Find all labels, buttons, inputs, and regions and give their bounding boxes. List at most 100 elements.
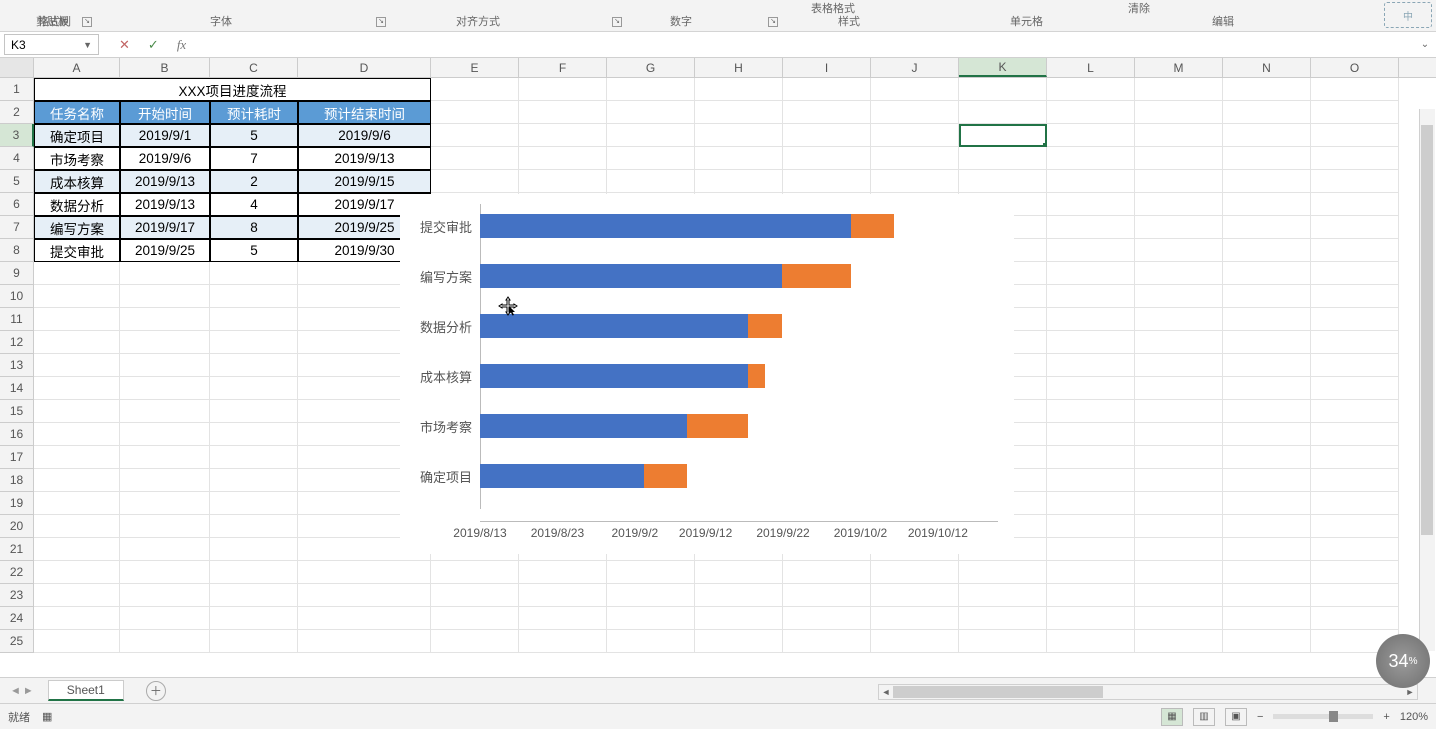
cell-H5[interactable] <box>695 170 783 193</box>
cell-C2[interactable]: 预计耗时 <box>210 101 298 124</box>
cell-J4[interactable] <box>871 147 959 170</box>
cell-N16[interactable] <box>1223 423 1311 446</box>
column-header-N[interactable]: N <box>1223 58 1311 77</box>
cell-N2[interactable] <box>1223 101 1311 124</box>
cell-N22[interactable] <box>1223 561 1311 584</box>
formula-input[interactable] <box>206 32 1414 57</box>
cell-G2[interactable] <box>607 101 695 124</box>
cell-C13[interactable] <box>210 354 298 377</box>
cell-K4[interactable] <box>959 147 1047 170</box>
cell-F24[interactable] <box>519 607 607 630</box>
vertical-scrollbar[interactable] <box>1419 109 1435 651</box>
cell-D3[interactable]: 2019/9/6 <box>298 124 431 147</box>
enter-icon[interactable]: ✓ <box>148 37 159 53</box>
add-sheet-button[interactable]: ＋ <box>146 681 166 701</box>
cell-A9[interactable] <box>34 262 120 285</box>
cell-O15[interactable] <box>1311 400 1399 423</box>
cell-K24[interactable] <box>959 607 1047 630</box>
row-header[interactable]: 24 <box>0 607 34 630</box>
chart-bar-series1[interactable] <box>480 314 748 338</box>
cell-B4[interactable]: 2019/9/6 <box>120 147 210 170</box>
chart-bar-series2[interactable] <box>748 364 765 388</box>
cell-B17[interactable] <box>120 446 210 469</box>
cell-E3[interactable] <box>431 124 519 147</box>
cell-G24[interactable] <box>607 607 695 630</box>
cell-I1[interactable] <box>783 78 871 101</box>
cell-L12[interactable] <box>1047 331 1135 354</box>
cell-I2[interactable] <box>783 101 871 124</box>
cell-A5[interactable]: 成本核算 <box>34 170 120 193</box>
cell-H3[interactable] <box>695 124 783 147</box>
cell-B20[interactable] <box>120 515 210 538</box>
cell-O24[interactable] <box>1311 607 1399 630</box>
cell-H2[interactable] <box>695 101 783 124</box>
cell-B12[interactable] <box>120 331 210 354</box>
cell-B25[interactable] <box>120 630 210 653</box>
cell-M13[interactable] <box>1135 354 1223 377</box>
view-page-layout-button[interactable]: ▥ <box>1193 708 1215 726</box>
row-header[interactable]: 14 <box>0 377 34 400</box>
row-header[interactable]: 23 <box>0 584 34 607</box>
cell-F3[interactable] <box>519 124 607 147</box>
cell-A3[interactable]: 确定项目 <box>34 124 120 147</box>
cell-F1[interactable] <box>519 78 607 101</box>
cell-C11[interactable] <box>210 308 298 331</box>
cell-N20[interactable] <box>1223 515 1311 538</box>
cell-N10[interactable] <box>1223 285 1311 308</box>
column-header-D[interactable]: D <box>298 58 431 77</box>
cell-M11[interactable] <box>1135 308 1223 331</box>
cell-L24[interactable] <box>1047 607 1135 630</box>
chart-bar-series2[interactable] <box>687 414 747 438</box>
row-header[interactable]: 25 <box>0 630 34 653</box>
cell-L3[interactable] <box>1047 124 1135 147</box>
row-header[interactable]: 15 <box>0 400 34 423</box>
fx-icon[interactable]: fx <box>177 37 186 53</box>
cell-E2[interactable] <box>431 101 519 124</box>
tab-nav-next-icon[interactable]: ► <box>23 685 34 697</box>
cell-K1[interactable] <box>959 78 1047 101</box>
cell-M25[interactable] <box>1135 630 1223 653</box>
cell-I22[interactable] <box>783 561 871 584</box>
row-header[interactable]: 2 <box>0 101 34 124</box>
cell-B3[interactable]: 2019/9/1 <box>120 124 210 147</box>
view-page-break-button[interactable]: ▣ <box>1225 708 1247 726</box>
column-header-M[interactable]: M <box>1135 58 1223 77</box>
cell-O10[interactable] <box>1311 285 1399 308</box>
cell-I5[interactable] <box>783 170 871 193</box>
cell-A25[interactable] <box>34 630 120 653</box>
cell-G23[interactable] <box>607 584 695 607</box>
cell-B11[interactable] <box>120 308 210 331</box>
cell-F4[interactable] <box>519 147 607 170</box>
cell-M4[interactable] <box>1135 147 1223 170</box>
cell-G1[interactable] <box>607 78 695 101</box>
cell-L23[interactable] <box>1047 584 1135 607</box>
cell-M23[interactable] <box>1135 584 1223 607</box>
select-all-corner[interactable] <box>0 58 34 77</box>
cell-M9[interactable] <box>1135 262 1223 285</box>
cell-E5[interactable] <box>431 170 519 193</box>
row-header[interactable]: 22 <box>0 561 34 584</box>
cell-K22[interactable] <box>959 561 1047 584</box>
cell-E23[interactable] <box>431 584 519 607</box>
cell-B13[interactable] <box>120 354 210 377</box>
cell-A6[interactable]: 数据分析 <box>34 193 120 216</box>
zoom-level[interactable]: 120% <box>1400 711 1428 723</box>
cell-K5[interactable] <box>959 170 1047 193</box>
cell-B10[interactable] <box>120 285 210 308</box>
chart-bar-series1[interactable] <box>480 364 748 388</box>
cell-N4[interactable] <box>1223 147 1311 170</box>
cell-G3[interactable] <box>607 124 695 147</box>
chart-bar-series1[interactable] <box>480 214 851 238</box>
cell-N11[interactable] <box>1223 308 1311 331</box>
cell-N17[interactable] <box>1223 446 1311 469</box>
cell-E22[interactable] <box>431 561 519 584</box>
cancel-icon[interactable]: ✕ <box>119 37 130 53</box>
cell-B9[interactable] <box>120 262 210 285</box>
cell-H24[interactable] <box>695 607 783 630</box>
cell-O23[interactable] <box>1311 584 1399 607</box>
cell-O19[interactable] <box>1311 492 1399 515</box>
cell-O2[interactable] <box>1311 101 1399 124</box>
row-header[interactable]: 11 <box>0 308 34 331</box>
cell-I25[interactable] <box>783 630 871 653</box>
cell-C21[interactable] <box>210 538 298 561</box>
